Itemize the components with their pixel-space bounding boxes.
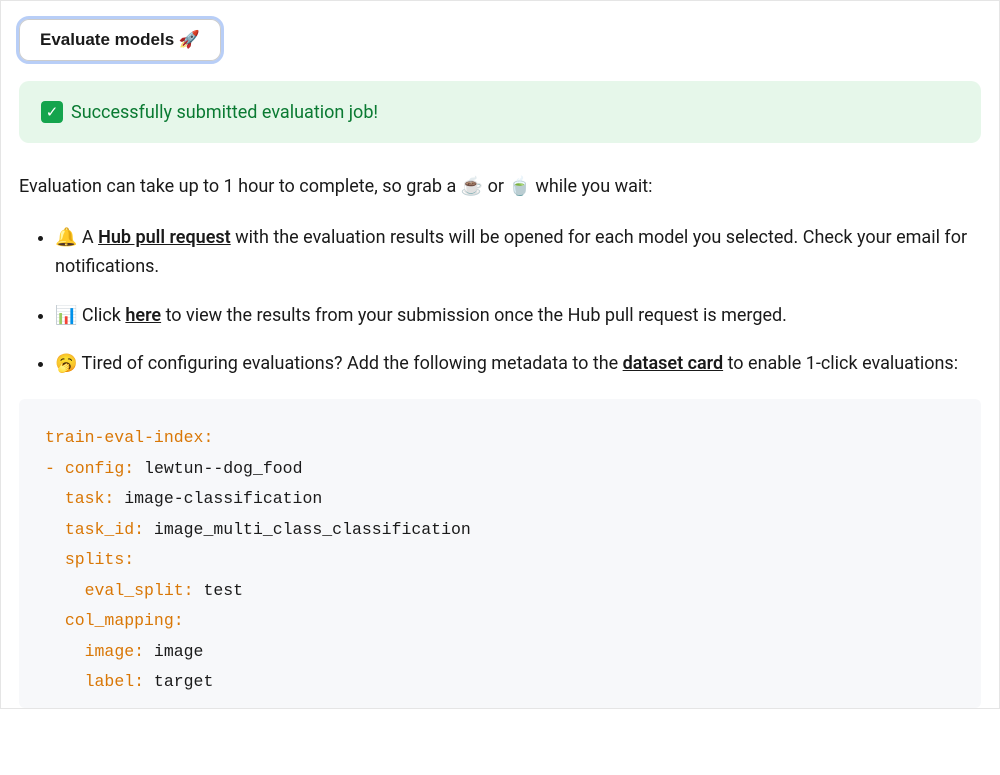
yaml-colon: : <box>124 459 134 478</box>
tired-icon: 🥱 <box>55 353 77 374</box>
yaml-value: target <box>144 672 213 691</box>
bell-icon: 🔔 <box>55 227 77 248</box>
hub-pull-request-link[interactable]: Hub pull request <box>98 227 231 248</box>
text-segment: Tired of configuring evaluations? Add th… <box>77 353 622 374</box>
button-label: Evaluate models <box>40 30 174 49</box>
list-item: 🥱 Tired of configuring evaluations? Add … <box>55 350 981 379</box>
text-segment: to view the results from your submission… <box>161 305 787 326</box>
yaml-dash: - <box>45 459 65 478</box>
yaml-value: image_multi_class_classification <box>144 520 471 539</box>
results-here-link[interactable]: here <box>125 305 161 326</box>
intro-text: Evaluation can take up to 1 hour to comp… <box>19 173 981 200</box>
text-segment: A <box>77 227 98 248</box>
yaml-key: train-eval-index <box>45 428 203 447</box>
yaml-colon: : <box>124 550 134 569</box>
success-banner: ✓ Successfully submitted evaluation job! <box>19 81 981 143</box>
yaml-key: label <box>85 672 135 691</box>
yaml-code-block: train-eval-index: - config: lewtun--dog_… <box>19 399 981 708</box>
checkmark-icon: ✓ <box>41 101 63 123</box>
yaml-key: eval_split <box>85 581 184 600</box>
yaml-key: config <box>65 459 124 478</box>
intro-prefix: Evaluation can take up to 1 hour to comp… <box>19 176 461 197</box>
coffee-icon: ☕ <box>461 176 483 197</box>
yaml-value: test <box>194 581 244 600</box>
yaml-colon: : <box>104 489 114 508</box>
yaml-key: task <box>65 489 105 508</box>
chart-icon: 📊 <box>55 305 77 326</box>
yaml-colon: : <box>184 581 194 600</box>
list-item: 📊 Click here to view the results from yo… <box>55 302 981 331</box>
tea-icon: 🍵 <box>508 176 530 197</box>
yaml-colon: : <box>134 520 144 539</box>
yaml-key: image <box>85 642 135 661</box>
yaml-colon: : <box>174 611 184 630</box>
yaml-value: image-classification <box>114 489 322 508</box>
dataset-card-link[interactable]: dataset card <box>623 353 723 374</box>
evaluate-models-button[interactable]: Evaluate models 🚀 <box>19 19 221 61</box>
info-list: 🔔 A Hub pull request with the evaluation… <box>19 224 981 379</box>
yaml-value: lewtun--dog_food <box>134 459 302 478</box>
text-segment: Click <box>77 305 125 326</box>
yaml-colon: : <box>134 642 144 661</box>
intro-suffix: while you wait: <box>531 176 653 197</box>
intro-middle: or <box>483 176 508 197</box>
yaml-colon: : <box>134 672 144 691</box>
list-item: 🔔 A Hub pull request with the evaluation… <box>55 224 981 282</box>
success-message: Successfully submitted evaluation job! <box>71 102 378 123</box>
yaml-key: task_id <box>65 520 134 539</box>
yaml-key: col_mapping <box>65 611 174 630</box>
rocket-icon: 🚀 <box>179 30 200 50</box>
text-segment: to enable 1-click evaluations: <box>723 353 958 374</box>
yaml-value: image <box>144 642 203 661</box>
yaml-colon: : <box>203 428 213 447</box>
page-container: Evaluate models 🚀 ✓ Successfully submitt… <box>0 0 1000 709</box>
yaml-key: splits <box>65 550 124 569</box>
